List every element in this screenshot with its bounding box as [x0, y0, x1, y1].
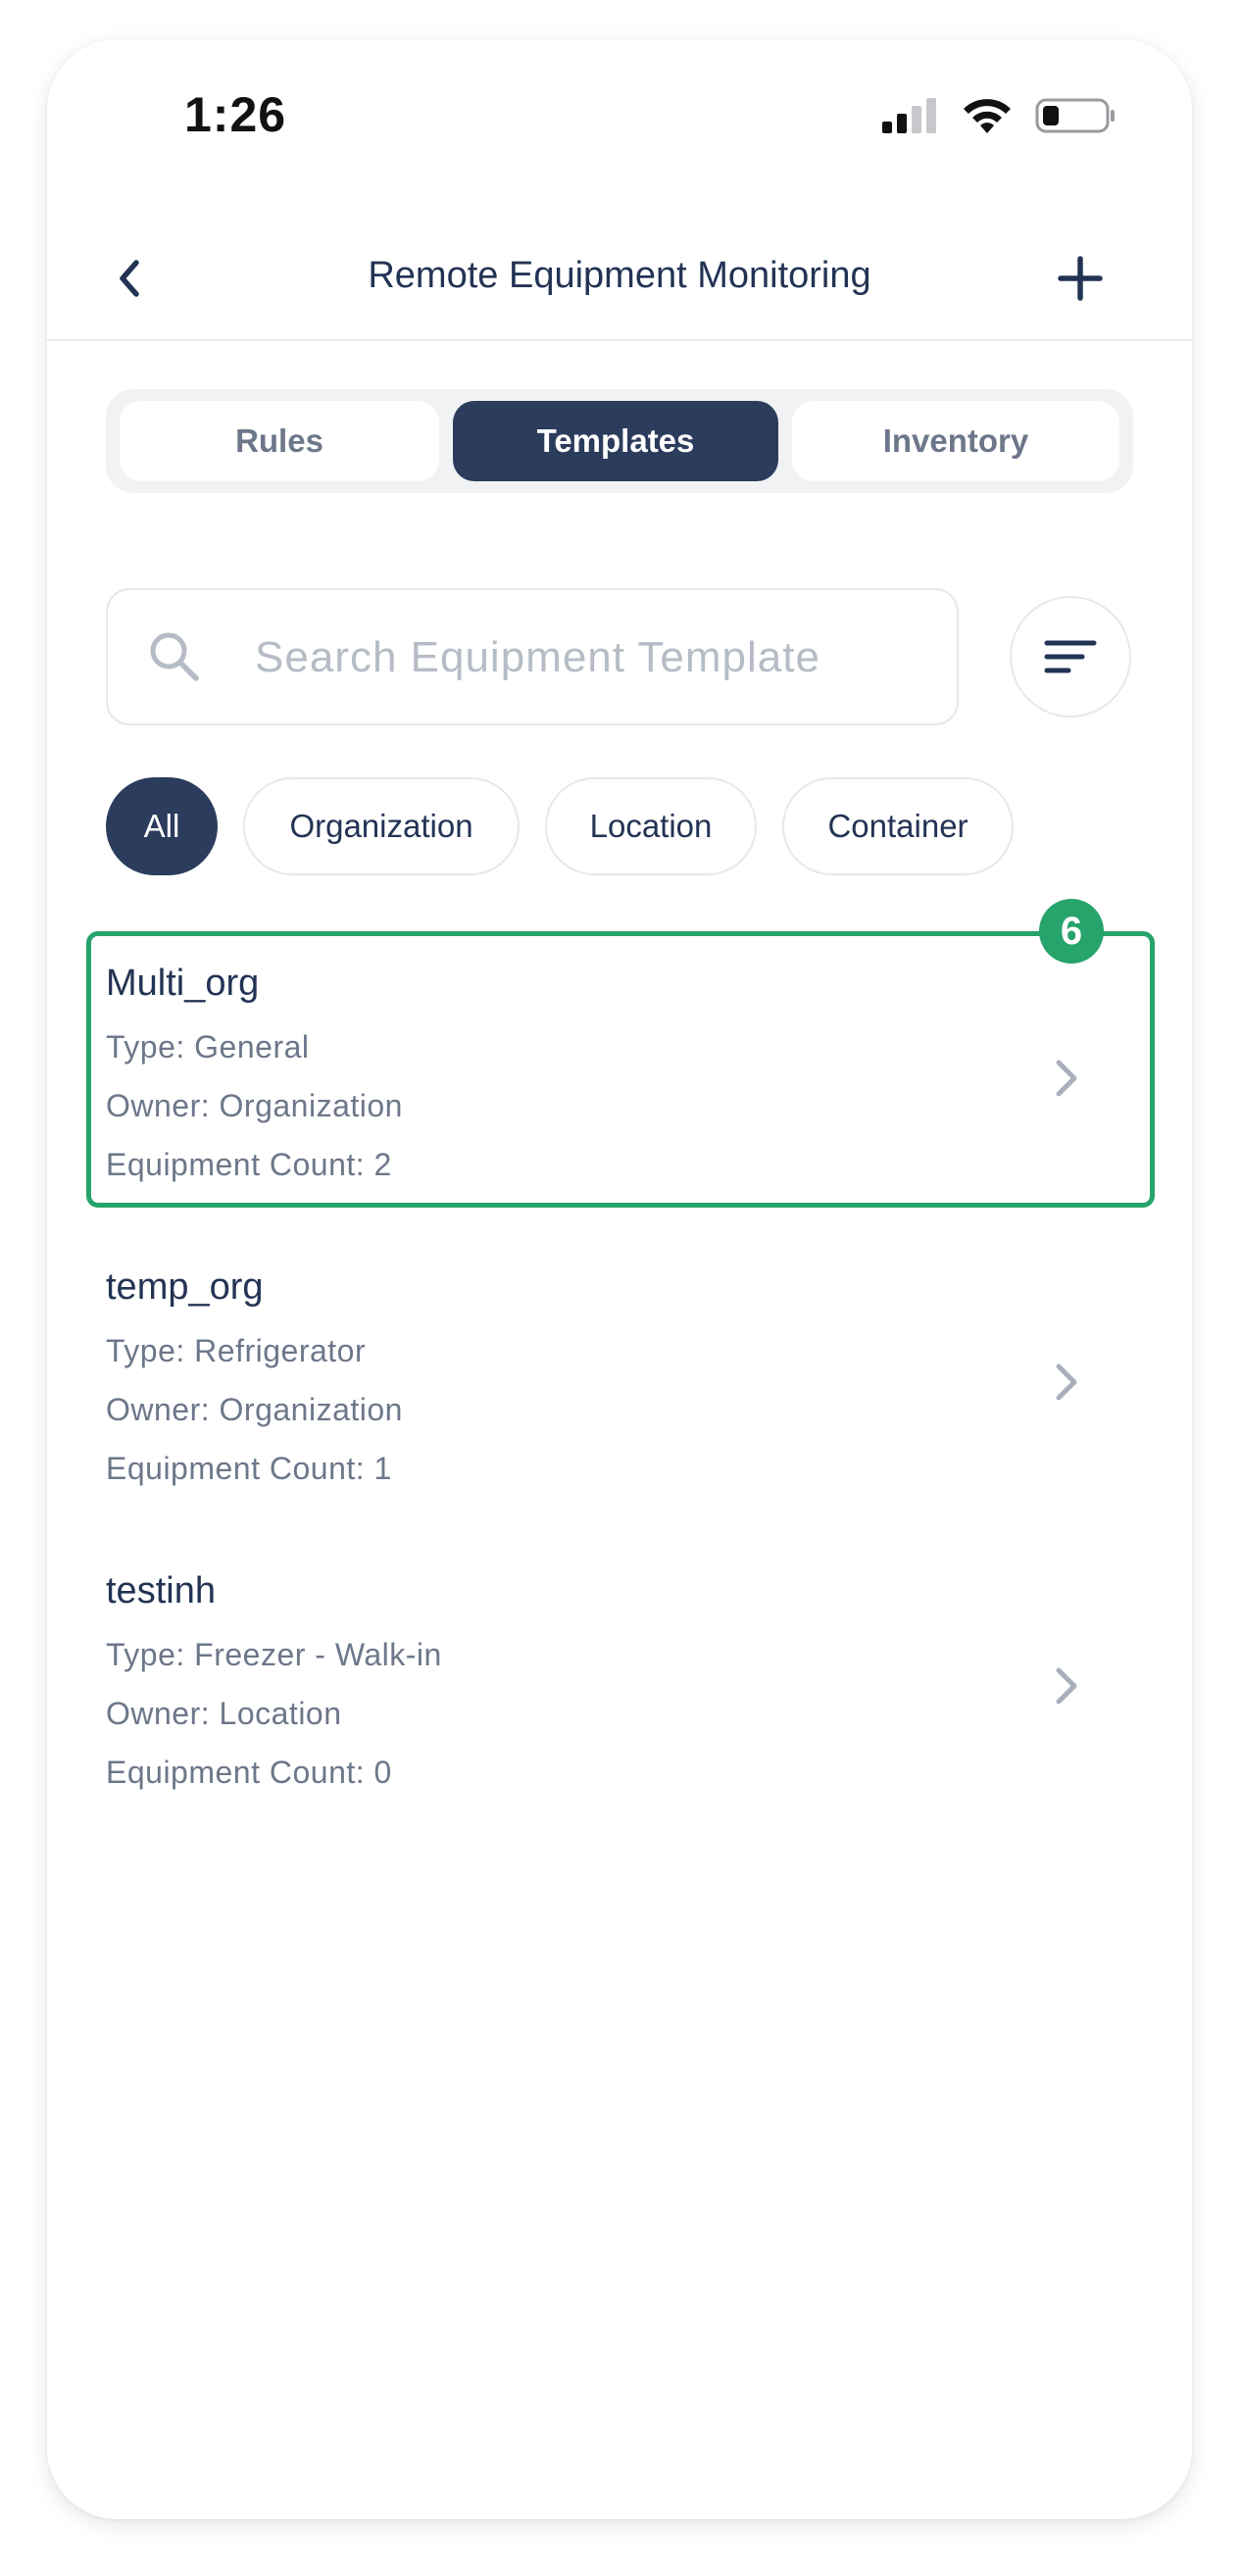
highlight-badge: 6: [1039, 899, 1104, 964]
segmented-tabs: Rules Templates Inventory: [106, 389, 1133, 493]
template-item[interactable]: testinh Type: Freezer - Walk-in Owner: L…: [106, 1570, 1125, 1835]
template-equipment-count: Equipment Count: 1: [106, 1451, 392, 1486]
search-box: [106, 588, 959, 725]
search-input[interactable]: [253, 619, 923, 696]
chip-location[interactable]: Location: [545, 777, 757, 875]
template-type: Type: Refrigerator: [106, 1333, 367, 1368]
tab-inventory[interactable]: Inventory: [792, 401, 1119, 481]
chip-container[interactable]: Container: [782, 777, 1014, 875]
chip-organization[interactable]: Organization: [243, 777, 520, 875]
template-owner: Owner: Location: [106, 1696, 342, 1731]
add-template-button[interactable]: [1053, 251, 1108, 306]
page-title: Remote Equipment Monitoring: [368, 255, 871, 296]
template-item[interactable]: temp_org Type: Refrigerator Owner: Organ…: [106, 1266, 1125, 1531]
status-icons: [880, 94, 1117, 137]
signal-icon: [882, 98, 936, 133]
chevron-right-icon: [1056, 1363, 1077, 1401]
header-divider: [47, 339, 1192, 341]
phone-screen: 1:26 Remote Equipment Monitoring Rules T…: [47, 39, 1192, 2519]
template-type: Type: Freezer - Walk-in: [106, 1637, 442, 1672]
filter-lines-icon: [1044, 640, 1097, 673]
battery-icon: [1035, 98, 1115, 133]
navigation-header: Remote Equipment Monitoring: [47, 225, 1192, 331]
template-equipment-count: Equipment Count: 0: [106, 1755, 392, 1790]
sort-filter-button[interactable]: [1010, 596, 1131, 718]
search-icon: [150, 632, 199, 681]
template-owner: Owner: Organization: [106, 1392, 403, 1427]
template-name: temp_org: [106, 1266, 264, 1308]
plus-icon: [1058, 256, 1103, 301]
status-time: 1:26: [184, 87, 287, 142]
wifi-icon: [964, 99, 1011, 133]
chevron-right-icon: [1056, 1667, 1077, 1705]
chip-all[interactable]: All: [106, 777, 218, 875]
tab-rules[interactable]: Rules: [120, 401, 439, 481]
highlight-box: [86, 931, 1155, 1208]
template-name: testinh: [106, 1570, 216, 1611]
tab-templates[interactable]: Templates: [453, 401, 778, 481]
